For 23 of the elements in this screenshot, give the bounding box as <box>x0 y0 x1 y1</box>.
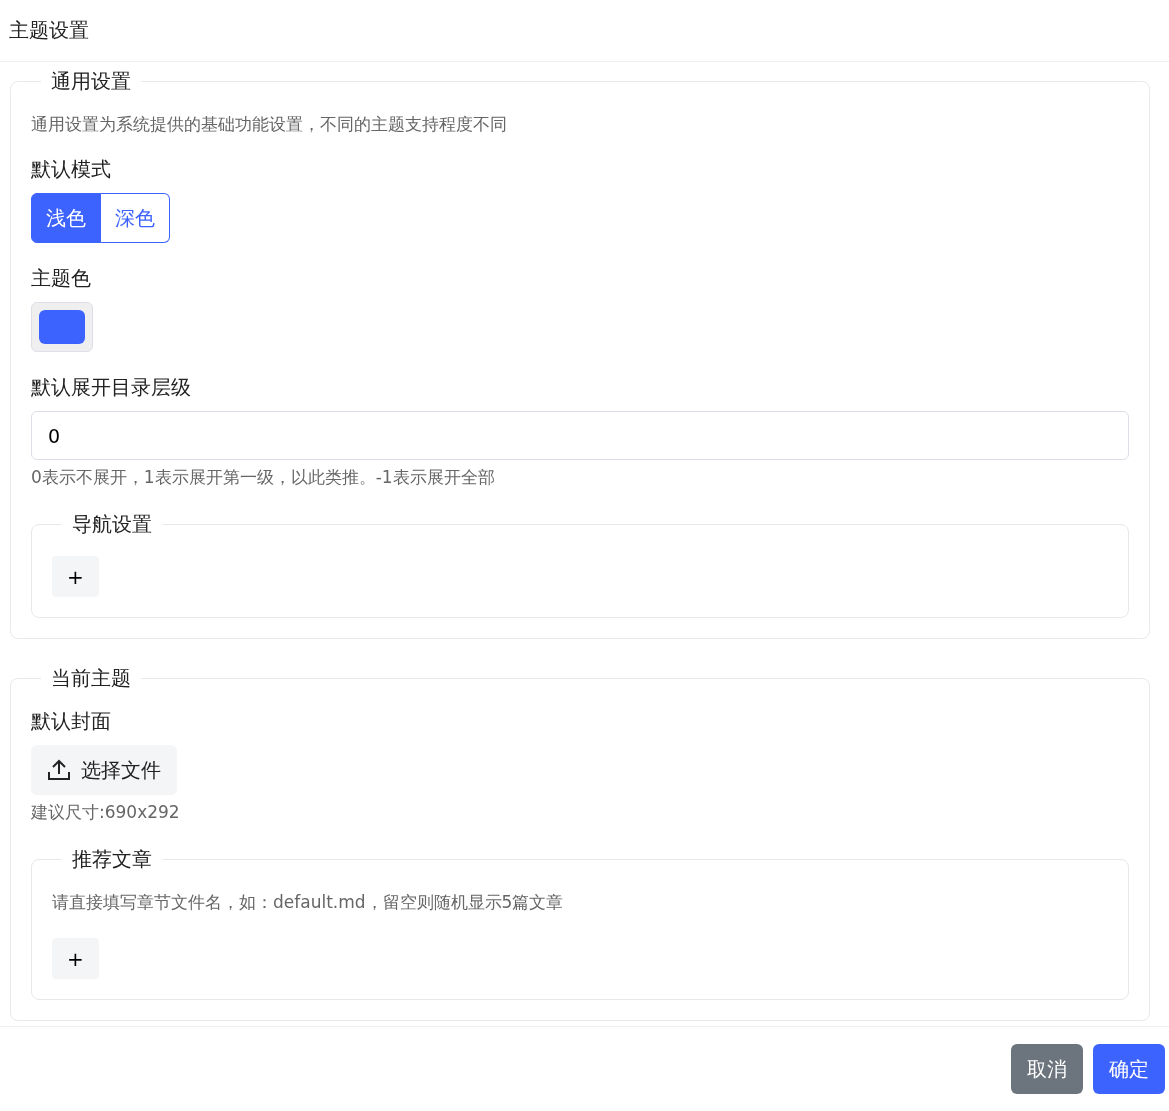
dialog-title: 主题设置 <box>9 17 89 44</box>
color-picker[interactable] <box>31 302 93 352</box>
upload-button[interactable]: 选择文件 <box>31 745 177 795</box>
section-description: 请直接填写章节文件名，如：default.md，留空则随机显示5篇文章 <box>52 891 565 914</box>
section-title: 导航设置 <box>71 511 153 538</box>
confirm-button[interactable]: 确定 <box>1093 1044 1165 1094</box>
mode-option[interactable]: 浅色 <box>31 193 101 243</box>
mode-option[interactable]: 深色 <box>101 193 170 243</box>
input-field[interactable]: 0 <box>31 411 1129 460</box>
field-hint: 建议尺寸:690x292 <box>31 801 181 824</box>
field-label: 主题色 <box>31 265 92 292</box>
field-hint: 0表示不展开，1表示展开第一级，以此类推。-1表示展开全部 <box>31 466 496 489</box>
field-label: 默认展开目录层级 <box>31 374 192 401</box>
section-description: 通用设置为系统提供的基础功能设置，不同的主题支持程度不同 <box>31 113 508 136</box>
field-label: 默认封面 <box>31 708 112 735</box>
upload-icon <box>47 759 71 781</box>
cancel-button[interactable]: 取消 <box>1011 1044 1083 1094</box>
add-button[interactable]: + <box>52 938 99 979</box>
section-title: 当前主题 <box>50 665 132 692</box>
add-button[interactable]: + <box>52 556 99 597</box>
field-label: 默认模式 <box>31 156 112 183</box>
section-title: 推荐文章 <box>71 846 153 873</box>
section-title: 通用设置 <box>50 68 132 95</box>
